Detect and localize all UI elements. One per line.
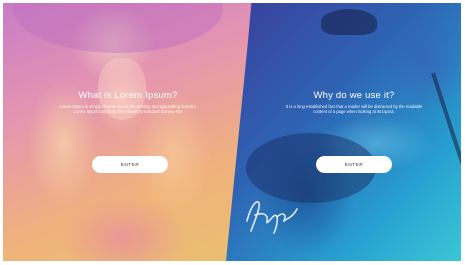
right-enter-button[interactable]: ENTER xyxy=(316,156,392,173)
left-panel-photo xyxy=(3,3,251,261)
hat-brim-shape xyxy=(13,3,223,53)
signature-logo xyxy=(246,201,298,234)
right-heading: Why do we use it? xyxy=(313,90,395,101)
hat-shape xyxy=(321,9,377,35)
right-body-text: It is a long established fact that a rea… xyxy=(285,104,423,115)
mic-stand-shape xyxy=(431,72,461,255)
left-body-text: Lorem Ipsum is simply dummy text of the … xyxy=(59,104,197,115)
split-hero: What is Lorem Ipsum? Lorem Ipsum is simp… xyxy=(3,3,461,261)
left-enter-button[interactable]: ENTER xyxy=(92,156,168,173)
left-heading: What is Lorem Ipsum? xyxy=(78,90,178,101)
